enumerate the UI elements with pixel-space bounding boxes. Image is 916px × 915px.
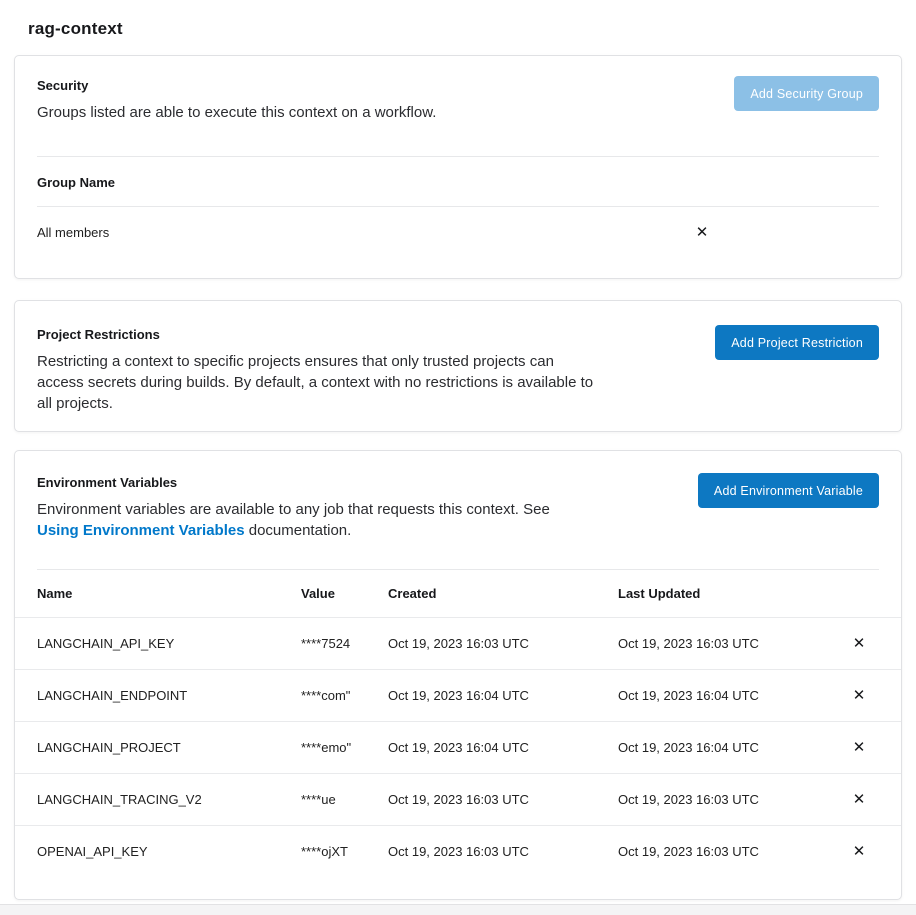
env-var-value: ****ue — [301, 792, 336, 807]
env-var-row: LANGCHAIN_TRACING_V2 ****ue Oct 19, 2023… — [15, 773, 901, 825]
column-header-value: Value — [301, 586, 335, 601]
env-var-name: OPENAI_API_KEY — [37, 844, 148, 859]
security-card: Security Groups listed are able to execu… — [14, 55, 902, 279]
remove-env-var-icon[interactable]: ✕ — [848, 633, 870, 655]
environment-variables-header: Environment Variables Environment variab… — [15, 451, 901, 541]
remove-env-var-icon[interactable]: ✕ — [848, 789, 870, 811]
env-var-value: ****ojXT — [301, 844, 348, 859]
project-restrictions-header: Project Restrictions Restricting a conte… — [15, 301, 901, 414]
env-var-updated: Oct 19, 2023 16:04 UTC — [618, 688, 759, 703]
env-var-name: LANGCHAIN_PROJECT — [37, 740, 181, 755]
environment-variables-header-text: Environment Variables Environment variab… — [37, 475, 582, 541]
env-var-created: Oct 19, 2023 16:04 UTC — [388, 688, 529, 703]
column-header-created: Created — [388, 586, 437, 601]
env-var-name: LANGCHAIN_API_KEY — [37, 636, 175, 651]
using-environment-variables-link[interactable]: Using Environment Variables — [37, 522, 245, 539]
column-header-last-updated: Last Updated — [618, 586, 701, 601]
environment-variables-description: Environment variables are available to a… — [37, 499, 582, 541]
environment-variables-card: Environment Variables Environment variab… — [14, 450, 902, 900]
security-title: Security — [37, 78, 89, 93]
next-section-edge — [0, 904, 916, 915]
page-title: rag-context — [28, 19, 123, 39]
env-var-created: Oct 19, 2023 16:03 UTC — [388, 636, 529, 651]
description-prefix: Environment variables are available to a… — [37, 501, 550, 518]
env-var-created: Oct 19, 2023 16:03 UTC — [388, 792, 529, 807]
group-name-column-header: Group Name — [37, 175, 116, 190]
security-group-row: All members ✕ — [15, 207, 901, 258]
remove-env-var-icon[interactable]: ✕ — [848, 737, 870, 759]
add-project-restriction-button[interactable]: Add Project Restriction — [715, 325, 879, 360]
remove-env-var-icon[interactable]: ✕ — [848, 685, 870, 707]
security-header-text: Security Groups listed are able to execu… — [37, 78, 436, 123]
env-table-header-row: Name Value Created Last Updated — [15, 570, 901, 617]
env-var-row: OPENAI_API_KEY ****ojXT Oct 19, 2023 16:… — [15, 825, 901, 877]
description-suffix: documentation. — [244, 522, 352, 539]
env-var-created: Oct 19, 2023 16:04 UTC — [388, 740, 529, 755]
env-var-updated: Oct 19, 2023 16:03 UTC — [618, 844, 759, 859]
project-restrictions-header-text: Project Restrictions Restricting a conte… — [37, 327, 602, 414]
remove-group-icon[interactable]: ✕ — [691, 222, 713, 244]
env-var-created: Oct 19, 2023 16:03 UTC — [388, 844, 529, 859]
remove-env-var-icon[interactable]: ✕ — [848, 841, 870, 863]
env-var-updated: Oct 19, 2023 16:03 UTC — [618, 636, 759, 651]
project-restrictions-card: Project Restrictions Restricting a conte… — [14, 300, 902, 432]
group-name: All members — [37, 225, 110, 240]
add-environment-variable-button[interactable]: Add Environment Variable — [697, 473, 879, 508]
env-var-value: ****emo" — [301, 740, 352, 755]
env-var-name: LANGCHAIN_ENDPOINT — [37, 688, 188, 703]
project-restrictions-title: Project Restrictions — [37, 327, 160, 342]
env-var-updated: Oct 19, 2023 16:04 UTC — [618, 740, 759, 755]
env-var-value: ****com" — [301, 688, 351, 703]
env-var-row: LANGCHAIN_PROJECT ****emo" Oct 19, 2023 … — [15, 721, 901, 773]
project-restrictions-description: Restricting a context to specific projec… — [37, 353, 594, 412]
security-description: Groups listed are able to execute this c… — [37, 104, 437, 121]
security-card-header: Security Groups listed are able to execu… — [15, 56, 901, 123]
environment-variables-table: Name Value Created Last Updated LANGCHAI… — [15, 569, 901, 877]
add-security-group-button[interactable]: Add Security Group — [734, 76, 879, 111]
column-header-name: Name — [37, 586, 73, 601]
env-var-row: LANGCHAIN_API_KEY ****7524 Oct 19, 2023 … — [15, 617, 901, 669]
env-var-name: LANGCHAIN_TRACING_V2 — [37, 792, 202, 807]
env-var-updated: Oct 19, 2023 16:03 UTC — [618, 792, 759, 807]
environment-variables-title: Environment Variables — [37, 475, 178, 490]
env-var-row: LANGCHAIN_ENDPOINT ****com" Oct 19, 2023… — [15, 669, 901, 721]
env-var-value: ****7524 — [301, 636, 351, 651]
